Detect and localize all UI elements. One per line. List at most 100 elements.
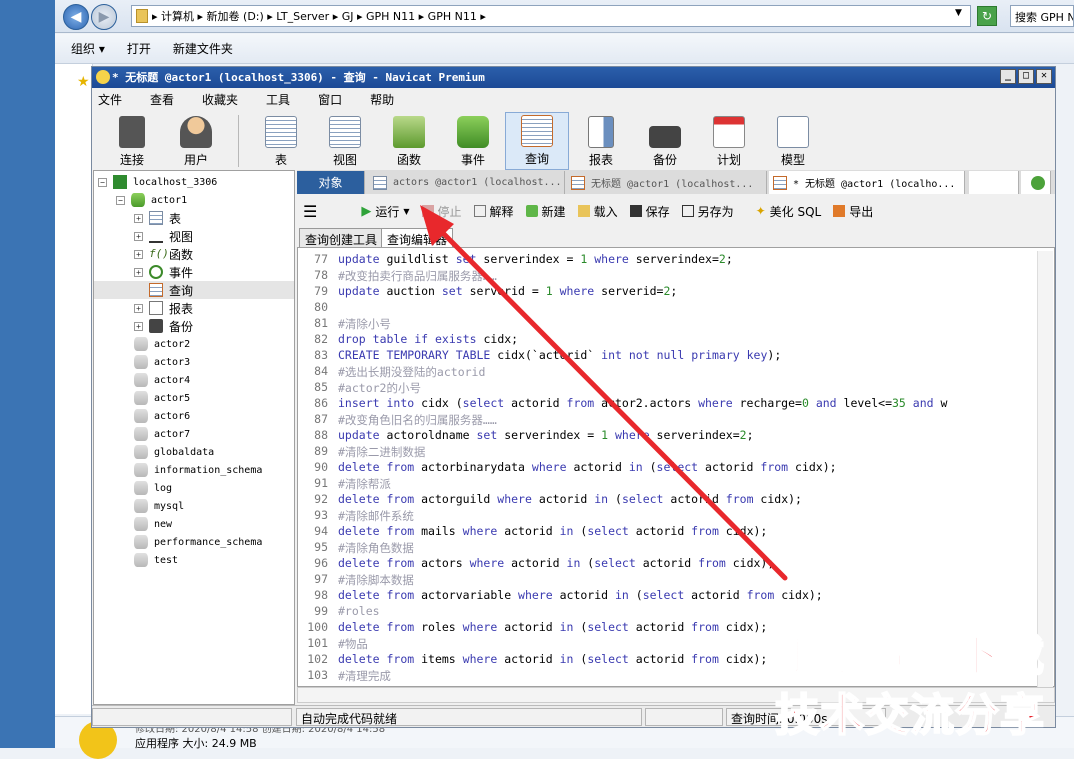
tool-query[interactable]: 查询	[505, 112, 569, 170]
tree-db-item[interactable]: information_schema	[134, 461, 262, 479]
save-as-button[interactable]: 另存为	[681, 203, 734, 220]
code-line: #清除二进制数据	[338, 445, 426, 459]
collapse-icon[interactable]: −	[116, 195, 125, 205]
new-tab-button[interactable]	[1021, 171, 1051, 194]
tree-item-views[interactable]: + 视图	[134, 227, 193, 245]
search-input[interactable]: 搜索 GPH N11	[1010, 5, 1074, 27]
menu-window[interactable]: 窗口	[318, 91, 342, 108]
hamburger-menu-icon[interactable]: ☰	[303, 202, 317, 221]
tab-query-editor[interactable]: 查询编辑器	[381, 228, 454, 247]
open-button[interactable]: 打开	[127, 40, 151, 57]
run-label: 运行	[375, 204, 400, 219]
maximize-button[interactable]: □	[1018, 69, 1034, 84]
expand-icon[interactable]: +	[134, 321, 143, 331]
tree-item-queries[interactable]: 查询	[94, 281, 294, 299]
explorer-toolbar: 组织 ▾ 打开 新建文件夹	[55, 34, 1074, 64]
export-button[interactable]: 导出	[833, 203, 873, 220]
menu-file[interactable]: 文件	[98, 91, 122, 108]
run-button[interactable]: ▶ 运行 ▼	[361, 203, 409, 220]
menu-view[interactable]: 查看	[150, 91, 174, 108]
load-button[interactable]: 载入	[577, 203, 618, 220]
code-line: delete from actorguild where actorid in …	[338, 492, 802, 506]
tab-query-builder[interactable]: 查询创建工具	[299, 228, 384, 247]
expand-icon[interactable]: +	[134, 303, 143, 313]
model-icon	[777, 116, 809, 148]
tree-db-item[interactable]: actor7	[134, 425, 190, 443]
beautify-sql-button[interactable]: ✦ 美化 SQL	[756, 203, 822, 220]
line-number: 80	[314, 300, 328, 314]
back-arrow-icon[interactable]: ◀	[63, 4, 89, 30]
export-icon	[833, 205, 846, 217]
new-folder-button[interactable]: 新建文件夹	[173, 40, 233, 57]
code-line: #清理完成	[338, 669, 391, 683]
tree-item-label: 视图	[169, 229, 194, 244]
tool-event[interactable]: 事件	[441, 112, 505, 170]
expand-icon[interactable]: +	[134, 213, 143, 223]
tree-db-label: actor6	[154, 410, 191, 422]
tree-db-item[interactable]: globaldata	[134, 443, 214, 461]
tree-db-item[interactable]: mysql	[134, 497, 184, 515]
tree-db-item[interactable]: actor3	[134, 353, 190, 371]
tree-db-actor1[interactable]: − actor1	[116, 191, 187, 209]
user-button[interactable]: 用户	[164, 112, 228, 170]
tree-item-events[interactable]: + 事件	[134, 263, 193, 281]
connect-button[interactable]: 连接	[100, 112, 164, 170]
menu-tools[interactable]: 工具	[266, 91, 290, 108]
function-icon: f()	[149, 247, 169, 260]
tree-db-item[interactable]: performance_schema	[134, 533, 262, 551]
tree-item-reports[interactable]: + 报表	[134, 299, 193, 317]
menu-favorites[interactable]: 收藏夹	[202, 91, 238, 108]
line-number: 82	[314, 332, 328, 346]
code-line: update actoroldname set serverindex = 1 …	[338, 428, 754, 442]
favorites-star-icon[interactable]: ★	[77, 74, 90, 90]
chevron-down-icon[interactable]: ▼	[403, 207, 409, 216]
tree-item-tables[interactable]: + 表	[134, 209, 181, 227]
tab-untitled-active[interactable]: * 无标题 @actor1 (localho...	[769, 171, 965, 194]
line-number: 96	[314, 556, 328, 570]
tool-report[interactable]: 报表	[569, 112, 633, 170]
tab-actors[interactable]: actors @actor1 (localhost...	[369, 171, 565, 194]
tool-backup[interactable]: 备份	[633, 112, 697, 170]
report-icon	[149, 301, 163, 315]
tool-schedule[interactable]: 计划	[697, 112, 761, 170]
tree-connection[interactable]: − localhost_3306	[98, 173, 217, 191]
forward-arrow-icon[interactable]: ▶	[91, 4, 117, 30]
new-query-button[interactable]: 新建	[525, 203, 566, 220]
minimize-button[interactable]: _	[1000, 69, 1016, 84]
database-icon	[134, 463, 148, 477]
tree-item-backups[interactable]: + 备份	[134, 317, 193, 335]
save-button[interactable]: 保存	[629, 203, 670, 220]
close-button[interactable]: ✕	[1036, 69, 1052, 84]
tree-db-item[interactable]: actor4	[134, 371, 190, 389]
stop-button[interactable]: 停止	[421, 203, 462, 220]
line-number: 89	[314, 444, 328, 458]
tree-db-item[interactable]: log	[134, 479, 172, 497]
refresh-icon[interactable]: ↻	[977, 6, 997, 26]
tab-objects[interactable]: 对象	[297, 171, 365, 194]
watermark: 手游资源下载 技术交流分享	[774, 617, 1065, 745]
magic-wand-icon: ✦	[755, 204, 766, 218]
tree-db-item[interactable]: test	[134, 551, 178, 569]
tool-table[interactable]: 表	[249, 112, 313, 170]
tree-db-item[interactable]: actor2	[134, 335, 190, 353]
tab-untitled-1[interactable]: 无标题 @actor1 (localhost...	[567, 171, 767, 194]
expand-icon[interactable]: +	[134, 267, 143, 277]
explain-button[interactable]: 解释	[473, 203, 514, 220]
tree-db-item[interactable]: new	[134, 515, 172, 533]
collapse-icon[interactable]: −	[98, 177, 107, 187]
folder-icon	[136, 9, 148, 23]
code-line: #清除帮派	[338, 477, 391, 491]
expand-icon[interactable]: +	[134, 231, 143, 241]
address-path[interactable]: ▸ 计算机 ▸ 新加卷 (D:) ▸ LT_Server ▸ GJ ▸ GPH …	[131, 5, 971, 27]
tool-view[interactable]: 视图	[313, 112, 377, 170]
database-icon	[134, 337, 148, 351]
tool-model[interactable]: 模型	[761, 112, 825, 170]
organize-button[interactable]: 组织 ▾	[71, 40, 105, 57]
tree-db-item[interactable]: actor5	[134, 389, 190, 407]
menu-help[interactable]: 帮助	[370, 91, 394, 108]
tree-item-functions[interactable]: + f() 函数	[134, 245, 193, 263]
expand-icon[interactable]: +	[134, 249, 143, 259]
tool-function[interactable]: 函数	[377, 112, 441, 170]
tree-db-item[interactable]: actor6	[134, 407, 190, 425]
chevron-down-icon[interactable]: ▼	[955, 8, 962, 18]
